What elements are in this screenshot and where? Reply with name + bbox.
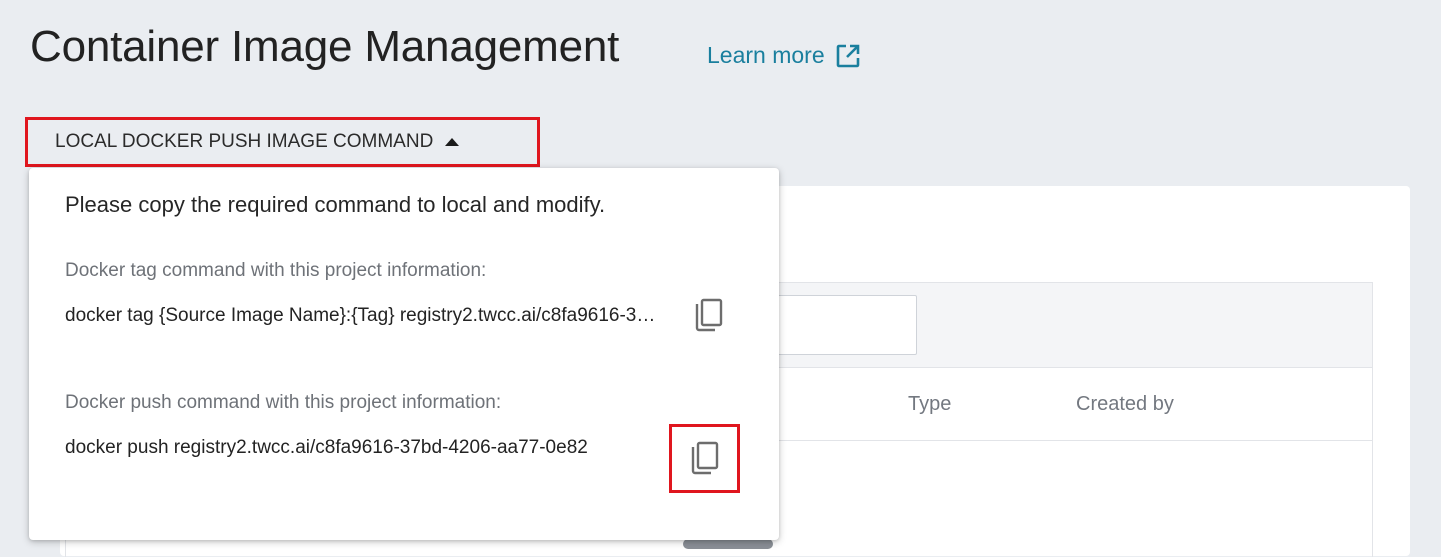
external-link-icon <box>835 43 861 69</box>
docker-tag-label: Docker tag command with this project inf… <box>65 260 487 281</box>
copy-push-highlight-box <box>669 424 740 493</box>
search-input[interactable] <box>760 295 917 355</box>
popover-intro: Please copy the required command to loca… <box>65 192 606 217</box>
copy-tag-command-button[interactable] <box>689 297 729 337</box>
docker-tag-command: docker tag {Source Image Name}:{Tag} reg… <box>65 305 665 326</box>
copy-icon <box>693 297 725 338</box>
horizontal-scrollbar[interactable] <box>683 539 773 549</box>
docker-push-command: docker push registry2.twcc.ai/c8fa9616-3… <box>65 437 588 458</box>
column-header-type[interactable]: Type <box>908 393 951 416</box>
docker-push-command-label: LOCAL DOCKER PUSH IMAGE COMMAND <box>55 131 434 152</box>
page-title: Container Image Management <box>30 22 620 71</box>
docker-push-label: Docker push command with this project in… <box>65 392 502 413</box>
docker-push-command-toggle[interactable]: LOCAL DOCKER PUSH IMAGE COMMAND <box>25 117 540 167</box>
caret-up-icon <box>445 138 460 146</box>
learn-more-label: Learn more <box>707 42 825 68</box>
learn-more-link[interactable]: Learn more <box>707 42 861 69</box>
docker-command-popover: Please copy the required command to loca… <box>29 168 779 540</box>
column-header-created-by[interactable]: Created by <box>1076 393 1174 416</box>
